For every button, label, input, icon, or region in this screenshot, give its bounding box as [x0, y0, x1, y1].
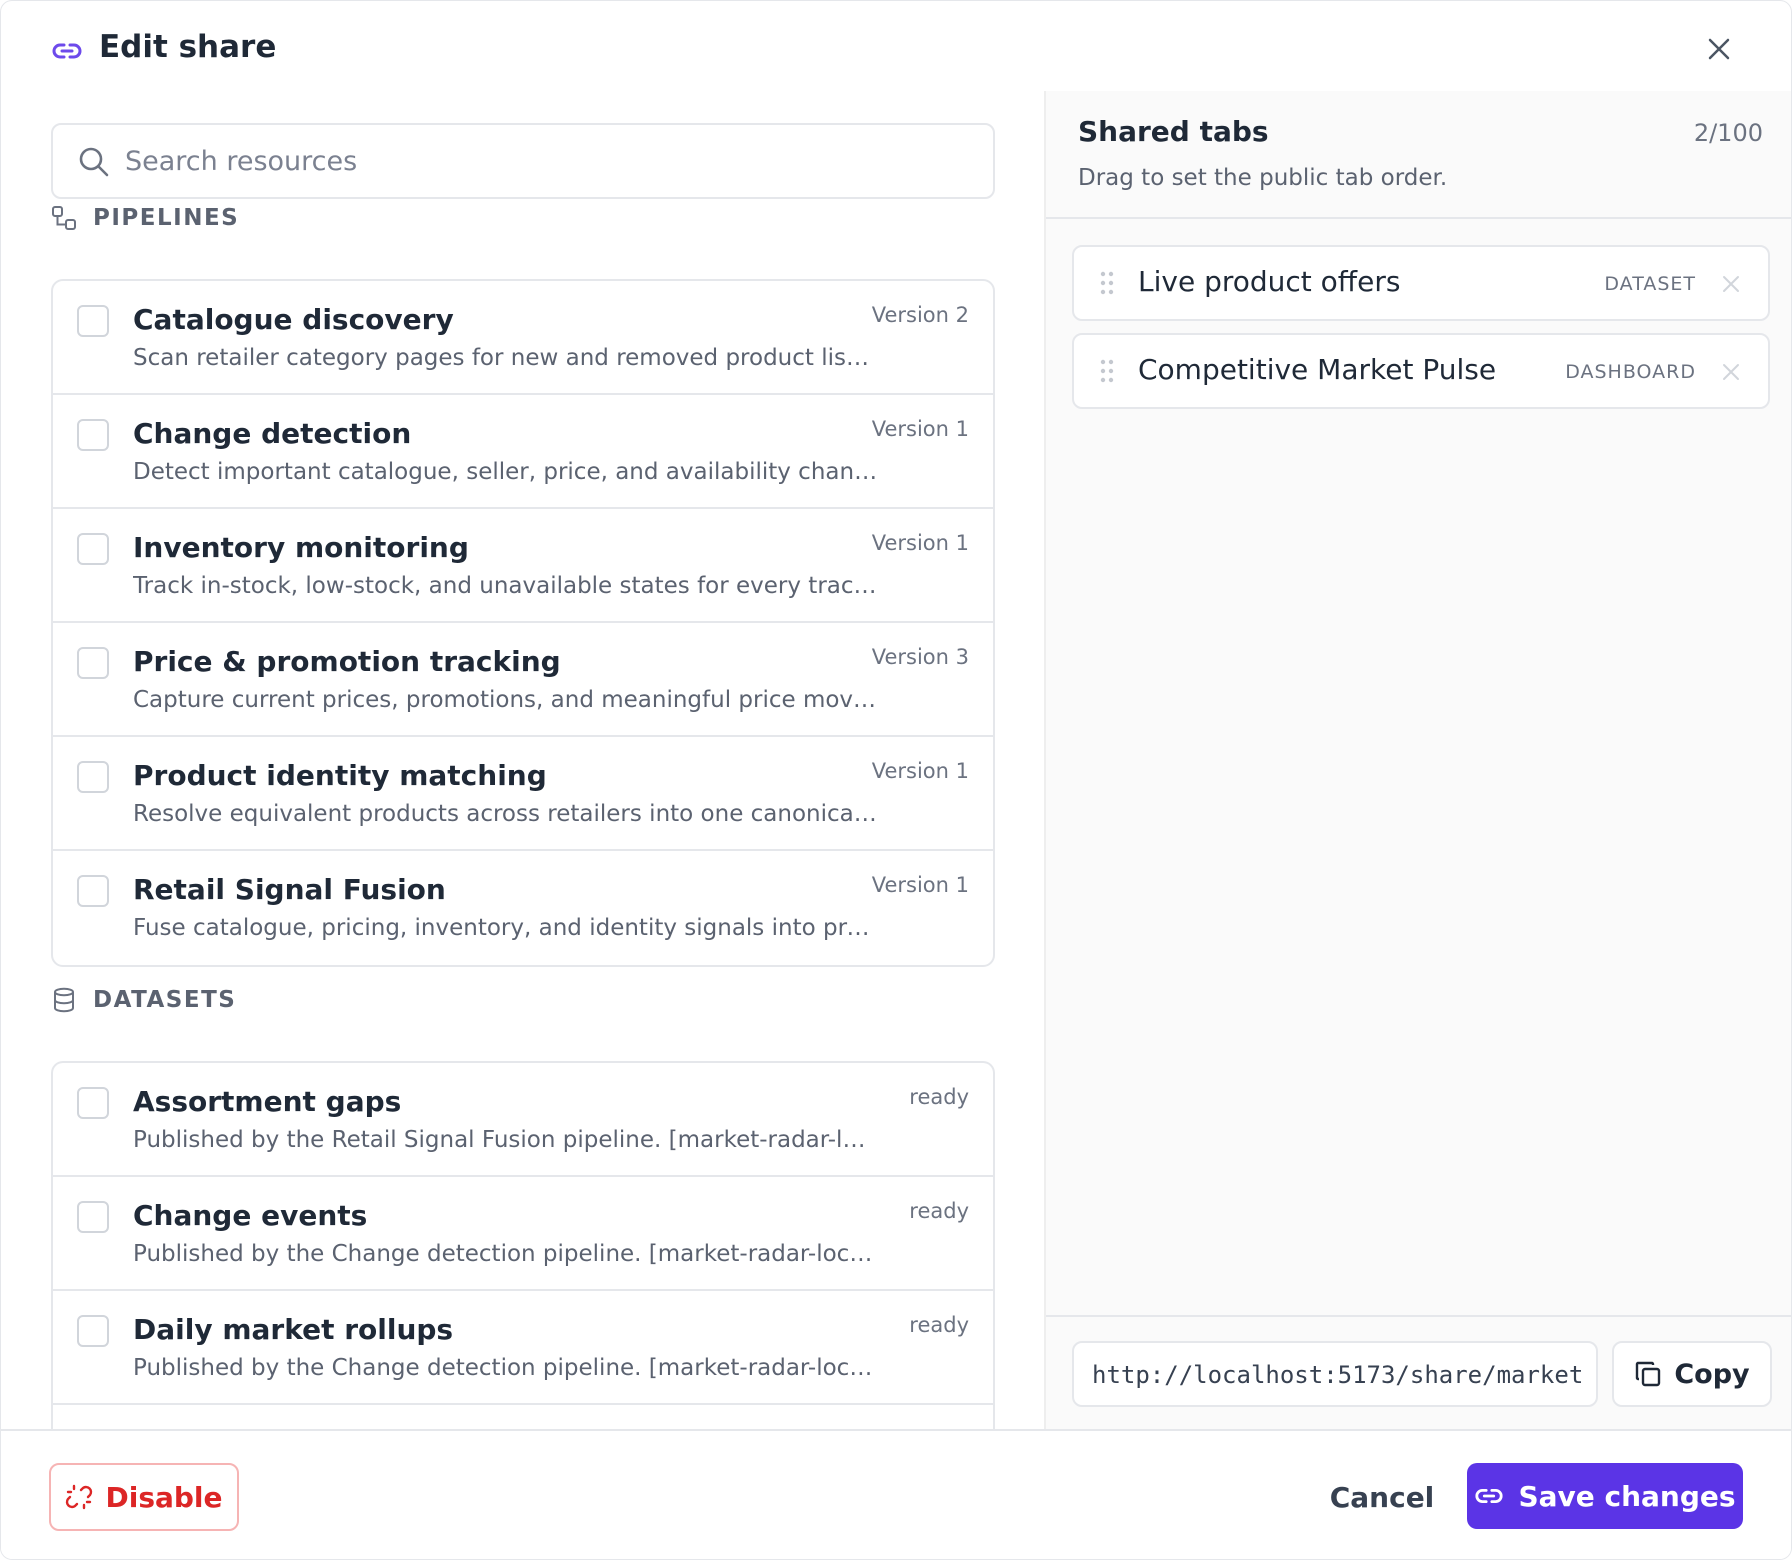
item-description: Track in-stock, low-stock, and unavailab…	[133, 573, 877, 599]
drag-handle-icon[interactable]	[1100, 271, 1114, 295]
search-icon	[77, 145, 111, 179]
checkbox[interactable]	[77, 419, 109, 451]
tab-type-badge: DASHBOARD	[1565, 361, 1696, 383]
list-item[interactable]: Daily market rollups Published by the Ch…	[53, 1291, 993, 1405]
resource-picker: PIPELINES Catalogue discovery Scan retai…	[1, 91, 1044, 1429]
list-item[interactable]: Change detection Detect important catalo…	[53, 395, 993, 509]
drag-handle-icon[interactable]	[1100, 359, 1114, 383]
item-title: Price & promotion tracking	[133, 645, 561, 678]
checkbox[interactable]	[77, 1087, 109, 1119]
item-title: Change events	[133, 1199, 368, 1232]
item-status: ready	[909, 1313, 969, 1337]
checkbox[interactable]	[77, 761, 109, 793]
tab-name: Competitive Market Pulse	[1138, 353, 1497, 386]
item-title: Change detection	[133, 417, 412, 450]
list-item[interactable]: Change events Published by the Change de…	[53, 1177, 993, 1291]
item-version: Version 1	[871, 873, 969, 897]
shared-tabs-hint: Drag to set the public tab order.	[1078, 165, 1448, 191]
pipeline-icon	[51, 205, 77, 231]
tab-type-badge: DATASET	[1604, 273, 1696, 295]
copy-icon	[1634, 1360, 1662, 1388]
checkbox[interactable]	[77, 875, 109, 907]
close-icon	[1708, 38, 1730, 60]
share-link-bar: Copy	[1046, 1315, 1791, 1429]
item-description: Published by the Retail Signal Fusion pi…	[133, 1127, 878, 1153]
item-description: Capture current prices, promotions, and …	[133, 687, 877, 713]
dialog-title: Edit share	[99, 29, 277, 65]
shared-tabs-count: 2/100	[1693, 119, 1763, 147]
search-box	[51, 123, 995, 199]
datasets-section-header: DATASETS	[51, 987, 236, 1013]
search-input[interactable]	[125, 135, 975, 187]
item-description: Published by the Change detection pipeli…	[133, 1241, 878, 1267]
list-item[interactable]: Retail Signal Fusion Fuse catalogue, pri…	[53, 851, 993, 965]
disable-label: Disable	[105, 1480, 223, 1514]
save-changes-button[interactable]: Save changes	[1467, 1463, 1743, 1529]
datasets-list: Assortment gaps Published by the Retail …	[51, 1061, 995, 1429]
save-label: Save changes	[1518, 1479, 1736, 1513]
pipelines-list: Catalogue discovery Scan retailer catego…	[51, 279, 995, 967]
list-item[interactable]: Assortment gaps Published by the Retail …	[53, 1063, 993, 1177]
checkbox[interactable]	[77, 647, 109, 679]
item-description: Fuse catalogue, pricing, inventory, and …	[133, 915, 878, 941]
pipelines-section-header: PIPELINES	[51, 205, 239, 231]
item-status: ready	[909, 1085, 969, 1109]
item-title: Catalogue discovery	[133, 303, 454, 336]
close-button[interactable]	[1701, 31, 1737, 67]
shared-tabs-title: Shared tabs	[1078, 115, 1269, 148]
item-title: Inventory monitoring	[133, 531, 469, 564]
copy-button[interactable]: Copy	[1612, 1341, 1772, 1407]
item-title: Assortment gaps	[133, 1085, 402, 1118]
checkbox[interactable]	[77, 533, 109, 565]
item-version: Version 1	[871, 417, 969, 441]
shared-tabs-header: Shared tabs 2/100 Drag to set the public…	[1046, 91, 1791, 219]
section-label: PIPELINES	[93, 205, 240, 231]
dialog-header: Edit share	[1, 1, 1791, 91]
list-item[interactable]: Inventory monitoring Track in-stock, low…	[53, 509, 993, 623]
checkbox[interactable]	[77, 1201, 109, 1233]
unlink-icon	[65, 1483, 93, 1511]
item-title: Daily market rollups	[133, 1313, 454, 1346]
cancel-button[interactable]: Cancel	[1321, 1463, 1443, 1531]
item-version: Version 1	[871, 531, 969, 555]
section-label: DATASETS	[93, 987, 237, 1013]
list-item[interactable]: Product identity matching Resolve equiva…	[53, 737, 993, 851]
link-icon	[51, 37, 83, 65]
item-title: Retail Signal Fusion	[133, 873, 446, 906]
share-url-input[interactable]	[1092, 1351, 1582, 1399]
item-description: Scan retailer category pages for new and…	[133, 345, 878, 371]
shared-tabs-panel: Shared tabs 2/100 Drag to set the public…	[1044, 91, 1791, 1429]
list-item[interactable]: Catalogue discovery Scan retailer catego…	[53, 281, 993, 395]
share-url-field[interactable]	[1072, 1341, 1598, 1407]
link-icon	[1474, 1481, 1504, 1511]
shared-tab-item[interactable]: Live product offers DATASET	[1072, 245, 1770, 321]
item-version: Version 1	[871, 759, 969, 783]
checkbox[interactable]	[77, 1315, 109, 1347]
database-icon	[51, 987, 77, 1013]
item-description: Published by the Change detection pipeli…	[133, 1355, 878, 1381]
list-item[interactable]: Price & promotion tracking Capture curre…	[53, 623, 993, 737]
item-version: Version 2	[871, 303, 969, 327]
remove-tab-icon[interactable]	[1720, 273, 1742, 295]
item-description: Detect important catalogue, seller, pric…	[133, 459, 878, 485]
item-title: Product identity matching	[133, 759, 547, 792]
tab-name: Live product offers	[1138, 265, 1401, 298]
remove-tab-icon[interactable]	[1720, 361, 1742, 383]
item-version: Version 3	[871, 645, 969, 669]
item-description: Resolve equivalent products across retai…	[133, 801, 878, 827]
copy-label: Copy	[1674, 1358, 1750, 1390]
edit-share-dialog: Edit share P	[0, 0, 1792, 1560]
item-status: ready	[909, 1199, 969, 1223]
shared-tab-item[interactable]: Competitive Market Pulse DASHBOARD	[1072, 333, 1770, 409]
checkbox[interactable]	[77, 305, 109, 337]
disable-button[interactable]: Disable	[49, 1463, 239, 1531]
dialog-footer: Disable Cancel Save changes	[1, 1429, 1791, 1559]
